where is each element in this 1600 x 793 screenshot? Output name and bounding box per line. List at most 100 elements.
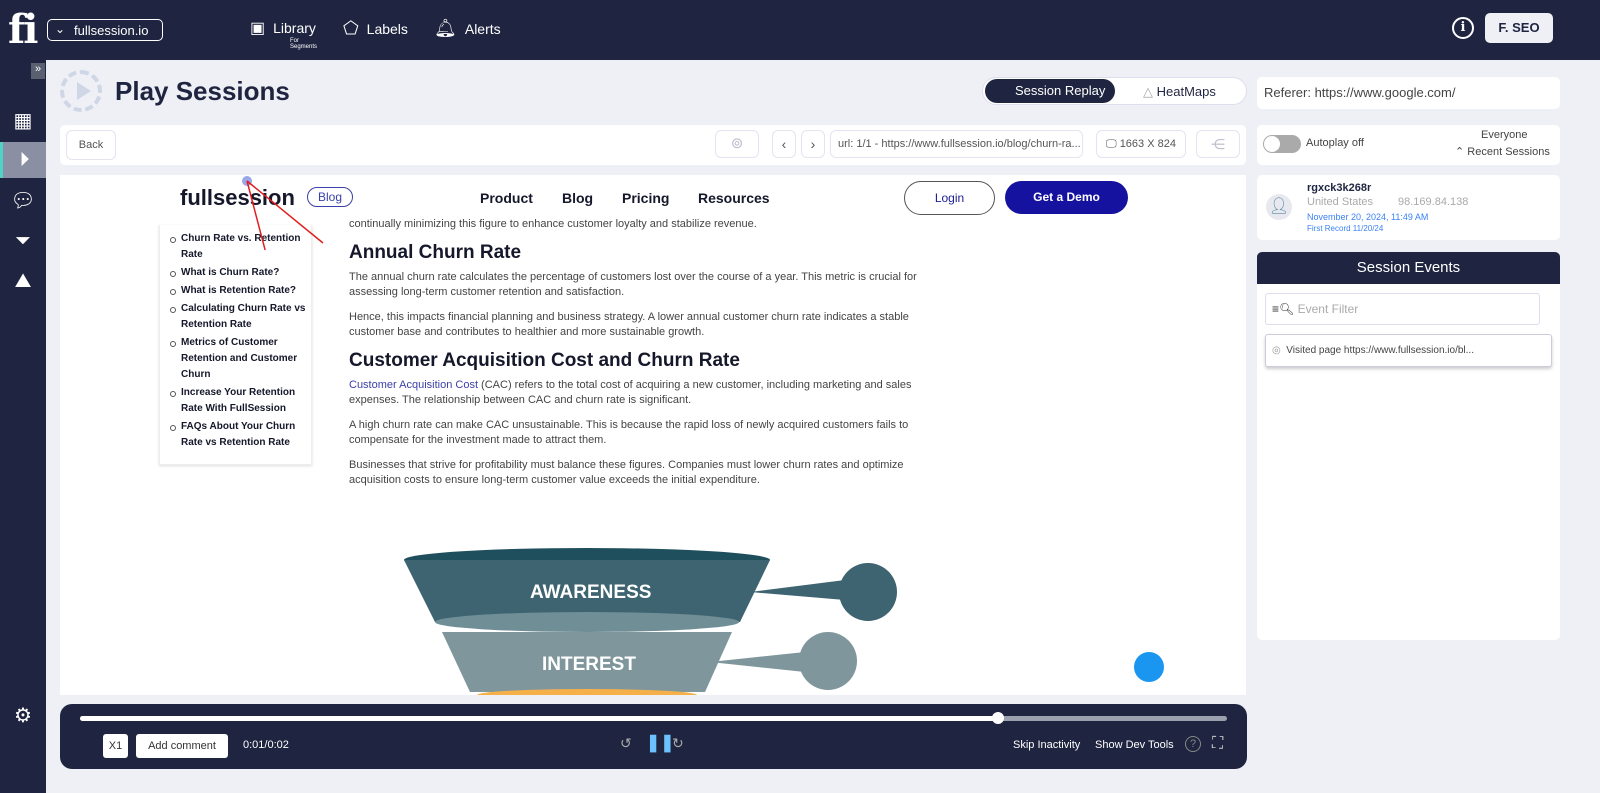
first-record: First Record 11/20/24 — [1307, 224, 1384, 233]
mode-switch: Session Replay △ HeatMaps — [982, 77, 1247, 105]
filter-search-icon: ≡🔍︎ — [1272, 302, 1295, 316]
tab-session-replay[interactable]: Session Replay — [985, 79, 1115, 103]
dashboard-icon[interactable]: ▦ — [0, 103, 46, 139]
progress-scrubber[interactable] — [80, 712, 1227, 724]
pause-icon[interactable]: ❚❚ — [646, 733, 675, 753]
autoplay-panel: Autoplay off Everyone ⌃ Recent Sessions — [1257, 125, 1560, 165]
visitor-card: 👤︎ rgxck3k268r United States 98.169.84.1… — [1257, 175, 1560, 240]
event-text: Visited page https://www.fullsession.io/… — [1286, 345, 1474, 356]
help-icon[interactable]: ? — [1185, 736, 1201, 752]
expand-sidebar-icon[interactable]: » — [31, 63, 45, 79]
time-display: 0:01/0:02 — [243, 739, 289, 751]
replay-viewport: fullsession Blog Product Blog Pricing Re… — [60, 175, 1246, 695]
speed-button[interactable]: X1 — [103, 734, 128, 758]
site-login-button[interactable]: Login — [904, 181, 995, 215]
nav-labels[interactable]: ⬠ Labels — [343, 18, 408, 39]
site-nav-blog[interactable]: Blog — [562, 190, 593, 206]
skip-inactivity-button[interactable]: Skip Inactivity — [1013, 739, 1080, 751]
site-nav-product[interactable]: Product — [480, 190, 533, 206]
event-filter-input[interactable]: ≡🔍︎ Event Filter — [1265, 293, 1540, 325]
info-icon[interactable]: i — [1452, 17, 1474, 39]
settings-gear-icon[interactable]: ⚙ — [0, 698, 46, 734]
dev-tools-button[interactable]: Show Dev Tools — [1095, 739, 1174, 751]
toc-item[interactable]: Calculating Churn Rate vs Retention Rate — [170, 301, 311, 333]
visitor-ip: 98.169.84.138 — [1398, 196, 1469, 208]
article-paragraph: Businesses that strive for profitability… — [349, 458, 904, 487]
nav-label: Alerts — [464, 20, 501, 37]
funnel-illustration — [404, 548, 897, 695]
chevron-down-icon: ⌄ — [55, 22, 66, 36]
tab-label: Session Replay — [1015, 83, 1106, 98]
toc-item[interactable]: FAQs About Your Churn Rate vs Retention … — [170, 419, 311, 451]
archive-icon: ▣ — [250, 20, 266, 37]
previous-page-icon[interactable]: ‹ — [772, 130, 796, 158]
article-heading: Customer Acquisition Cost and Churn Rate — [349, 349, 740, 371]
visitor-id: rgxck3k268r — [1307, 182, 1372, 194]
nav-sublabel: For Segments — [290, 38, 318, 50]
url-display[interactable]: url: 1/1 - https://www.fullsession.io/bl… — [830, 130, 1083, 158]
progress-fill — [80, 716, 998, 721]
recent-label: Recent Sessions — [1467, 146, 1550, 158]
heatmap-icon: △ — [1143, 84, 1157, 99]
funnel-awareness-label: AWARENESS — [530, 582, 652, 603]
pin-icon[interactable]: ⊚ — [715, 130, 759, 158]
autoplay-toggle[interactable] — [1263, 135, 1301, 153]
avatar: 👤︎ — [1266, 194, 1292, 220]
scrubber-handle[interactable] — [991, 712, 1004, 724]
chevron-up-icon: ⌃ — [1455, 146, 1468, 158]
filter-placeholder: Event Filter — [1297, 302, 1359, 316]
resolution-text: 1663 X 824 — [1119, 138, 1176, 150]
funnel-interest-label: INTEREST — [542, 654, 636, 675]
event-item[interactable]: ◎ Visited page https://www.fullsession.i… — [1265, 334, 1552, 367]
player-controls: X1 Add comment 0:01/0:02 ↺ ❚❚ ↻ Skip Ina… — [60, 704, 1247, 769]
forward-10-icon[interactable]: ↻ — [672, 735, 684, 752]
feedback-chat-icon[interactable]: 💬︎ — [0, 183, 46, 219]
audience-label[interactable]: Everyone — [1481, 129, 1527, 141]
toc-item[interactable]: Metrics of Customer Retention and Custom… — [170, 335, 311, 383]
session-date: November 20, 2024, 11:49 AM — [1307, 212, 1429, 222]
funnel-filter-icon[interactable]: ⏷ — [0, 223, 46, 259]
tab-heatmaps[interactable]: △ HeatMaps — [1143, 84, 1216, 100]
nav-alerts[interactable]: 🔔︎ Alerts — [434, 18, 501, 39]
heatmap-icon[interactable]: ⛰︎ — [0, 263, 46, 299]
site-nav-pricing[interactable]: Pricing — [622, 190, 669, 206]
user-menu-button[interactable]: F. SEO — [1485, 13, 1553, 43]
fullscreen-icon[interactable]: ⛶ — [1212, 735, 1223, 753]
page-title: Play Sessions — [115, 76, 290, 106]
bell-icon: 🔔︎ — [434, 18, 457, 38]
app-logo: fi — [8, 6, 38, 53]
share-icon[interactable]: ⋲ — [1196, 130, 1240, 158]
toc-item[interactable]: What is Churn Rate? — [170, 265, 311, 281]
sidebar: ▦ ⏵ 💬︎ ⏷ ⛰︎ ⚙ — [0, 60, 46, 793]
rewind-10-icon[interactable]: ↺ — [620, 735, 632, 752]
site-name: fullsession.io — [74, 23, 149, 38]
label-tag-icon: ⬠ — [343, 18, 359, 38]
mouse-trail — [242, 176, 324, 250]
article-paragraph: Hence, this impacts financial planning a… — [349, 310, 909, 339]
resolution-display: 🖵︎ 1663 X 824 — [1096, 130, 1186, 158]
back-button[interactable]: Back — [66, 130, 116, 160]
recent-sessions-toggle[interactable]: ⌃ Recent Sessions — [1455, 145, 1550, 158]
session-events-title: Session Events — [1257, 252, 1560, 284]
site-demo-button[interactable]: Get a Demo — [1005, 181, 1128, 214]
site-nav-resources[interactable]: Resources — [698, 190, 770, 206]
article-paragraph: Customer Acquisition Cost (CAC) refers t… — [349, 378, 949, 409]
next-page-icon[interactable]: › — [801, 130, 825, 158]
nav-label: Labels — [366, 20, 408, 37]
cac-link[interactable]: Customer Acquisition Cost — [349, 379, 478, 391]
chat-widget-icon[interactable] — [1134, 652, 1164, 682]
cursor-click-icon: ◎ — [1272, 345, 1281, 356]
replay-toolbar: Back ⊚ ‹ › url: 1/1 - https://www.fullse… — [60, 125, 1246, 165]
nav-label: Library — [273, 20, 316, 36]
play-sessions-icon[interactable]: ⏵ — [0, 142, 46, 178]
visitor-country: United States — [1307, 196, 1374, 208]
toc-item[interactable]: What is Retention Rate? — [170, 283, 311, 299]
site-selector[interactable]: ⌄ fullsession.io — [47, 19, 163, 41]
monitor-icon: 🖵︎ — [1106, 138, 1120, 150]
nav-library[interactable]: ▣ Library For Segments — [250, 18, 317, 50]
article-body: continually minimizing this figure to en… — [349, 217, 949, 498]
referer: Referer: https://www.google.com/ — [1257, 77, 1560, 109]
add-comment-button[interactable]: Add comment — [136, 734, 228, 758]
toc-item[interactable]: Increase Your Retention Rate With FullSe… — [170, 385, 311, 417]
play-circle-icon — [60, 70, 102, 112]
